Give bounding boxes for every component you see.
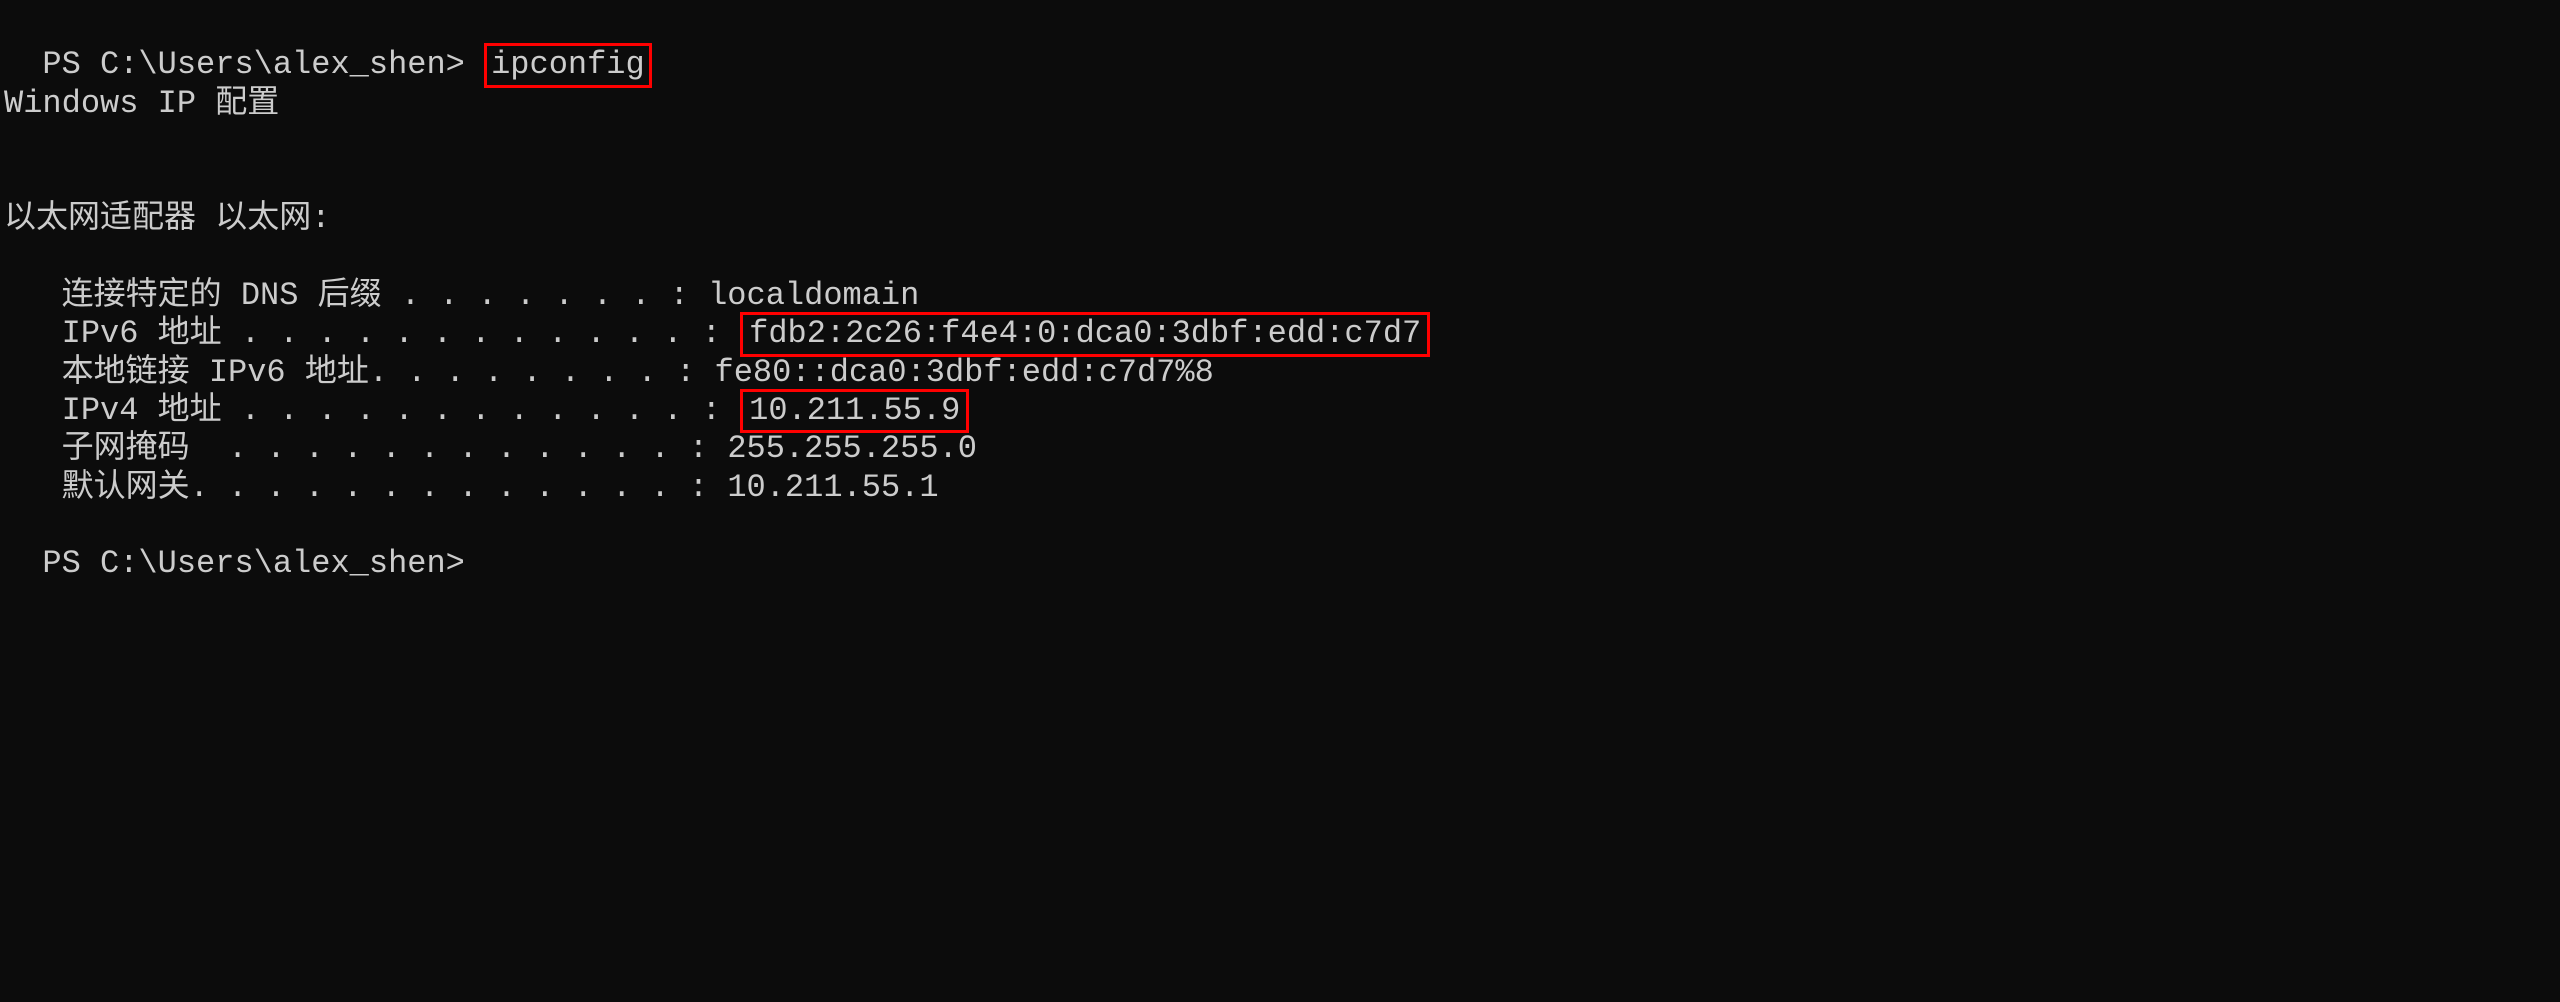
- dns-suffix-value: localdomain: [708, 277, 919, 315]
- blank-line: [4, 162, 2556, 200]
- ipv6-label: IPv6 地址 . . . . . . . . . . . . :: [4, 315, 740, 353]
- gateway-row: 默认网关. . . . . . . . . . . . . : 10.211.5…: [4, 469, 2556, 507]
- link-local-ipv6-row: 本地链接 IPv6 地址. . . . . . . . : fe80::dca0…: [4, 354, 2556, 392]
- subnet-row: 子网掩码 . . . . . . . . . . . . : 255.255.2…: [4, 430, 2556, 468]
- ipv4-label: IPv4 地址 . . . . . . . . . . . . :: [4, 392, 740, 430]
- ipv6-row: IPv6 地址 . . . . . . . . . . . . : fdb2:2…: [4, 315, 2556, 353]
- ipv4-highlight: 10.211.55.9: [740, 389, 969, 433]
- prompt-text: PS C:\Users\alex_shen>: [42, 545, 484, 582]
- ipv4-row: IPv4 地址 . . . . . . . . . . . . : 10.211…: [4, 392, 2556, 430]
- subnet-label: 子网掩码 . . . . . . . . . . . . :: [4, 430, 727, 468]
- command-highlight: ipconfig: [484, 43, 652, 87]
- blank-line: [4, 123, 2556, 161]
- adapter-heading: 以太网适配器 以太网:: [4, 200, 2556, 238]
- ipv6-highlight: fdb2:2c26:f4e4:0:dca0:3dbf:edd:c7d7: [740, 312, 1430, 356]
- prompt-prefix: PS C:\Users\alex_shen>: [42, 46, 484, 83]
- prompt-line-2[interactable]: PS C:\Users\alex_shen>: [4, 507, 2556, 584]
- blank-line: [4, 238, 2556, 276]
- subnet-value: 255.255.255.0: [727, 430, 977, 468]
- ipv6-value: fdb2:2c26:f4e4:0:dca0:3dbf:edd:c7d7: [749, 315, 1421, 352]
- dns-suffix-row: 连接特定的 DNS 后缀 . . . . . . . : localdomain: [4, 277, 2556, 315]
- link-local-ipv6-label: 本地链接 IPv6 地址. . . . . . . . :: [4, 354, 715, 392]
- dns-suffix-label: 连接特定的 DNS 后缀 . . . . . . . :: [4, 277, 708, 315]
- ipv4-value: 10.211.55.9: [749, 392, 960, 429]
- prompt-line-1[interactable]: PS C:\Users\alex_shen> ipconfig: [4, 8, 2556, 85]
- link-local-ipv6-value: fe80::dca0:3dbf:edd:c7d7%8: [715, 354, 1214, 392]
- command-text: ipconfig: [491, 46, 645, 83]
- ip-config-heading: Windows IP 配置: [4, 85, 2556, 123]
- gateway-label: 默认网关. . . . . . . . . . . . . :: [4, 469, 727, 507]
- gateway-value: 10.211.55.1: [727, 469, 938, 507]
